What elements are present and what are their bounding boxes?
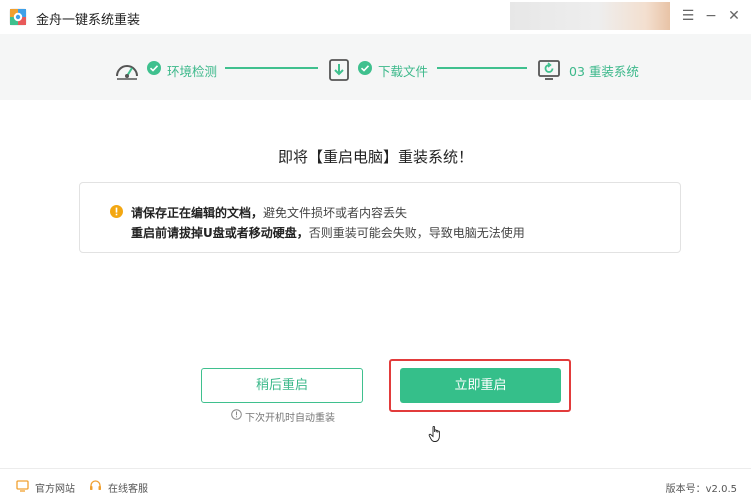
step-label-download: 下载文件 <box>378 64 429 79</box>
warning-icon <box>110 205 123 218</box>
step-progress: 环境检测 下载文件 03 重装系统 <box>0 34 751 100</box>
app-logo-icon <box>9 8 27 26</box>
notice-line-1-text: 避免文件损坏或者内容丢失 <box>263 206 408 220</box>
notice-line-1-bold: 请保存正在编辑的文档， <box>131 206 264 220</box>
version-label: 版本号：v2.0.5 <box>665 484 737 495</box>
notice-line-2-bold: 重启前请拔掉U盘或者移动硬盘， <box>131 226 309 240</box>
auto-reinstall-hint: 下次开机时自动重装 <box>245 413 335 424</box>
online-support-link[interactable]: 在线客服 <box>108 480 148 495</box>
highlight-frame <box>389 359 571 412</box>
notice-box: 请保存正在编辑的文档，避免文件损坏或者内容丢失 重启前请拔掉U盘或者移动硬盘，否… <box>79 182 681 253</box>
minimize-icon[interactable]: − <box>704 8 718 24</box>
hand-cursor-icon <box>428 426 440 442</box>
page-heading: 即将【重启电脑】重装系统！ <box>277 148 473 166</box>
gauge-icon <box>116 65 138 80</box>
menu-icon[interactable]: ☰ <box>681 8 695 24</box>
notice-line-1: 请保存正在编辑的文档，避免文件损坏或者内容丢失 <box>131 204 407 221</box>
step-connector <box>225 67 318 69</box>
website-icon <box>16 480 29 492</box>
app-title: 金舟一键系统重装 <box>36 13 141 28</box>
step-label-env-check: 环境检测 <box>167 64 218 79</box>
check-icon <box>358 61 372 75</box>
download-icon <box>329 59 349 81</box>
top-banner[interactable] <box>510 2 670 30</box>
check-icon <box>147 61 161 75</box>
notice-line-2-text: 否则重装可能会失败，导致电脑无法使用 <box>308 226 525 240</box>
official-website-link[interactable]: 官方网站 <box>35 480 75 495</box>
footer: 官方网站 在线客服 版本号：v2.0.5 <box>0 468 751 501</box>
step-connector <box>437 67 527 69</box>
close-icon[interactable]: ✕ <box>727 8 741 24</box>
reinstall-icon <box>538 60 560 80</box>
notice-line-2: 重启前请拔掉U盘或者移动硬盘，否则重装可能会失败，导致电脑无法使用 <box>131 224 525 241</box>
headset-icon <box>90 480 101 490</box>
step-label-reinstall: 03 重装系统 <box>569 64 639 79</box>
title-bar: 金舟一键系统重装 ☰ − ✕ <box>0 0 751 34</box>
restart-later-button[interactable]: 稍后重启 <box>201 368 363 403</box>
info-icon <box>231 409 242 420</box>
